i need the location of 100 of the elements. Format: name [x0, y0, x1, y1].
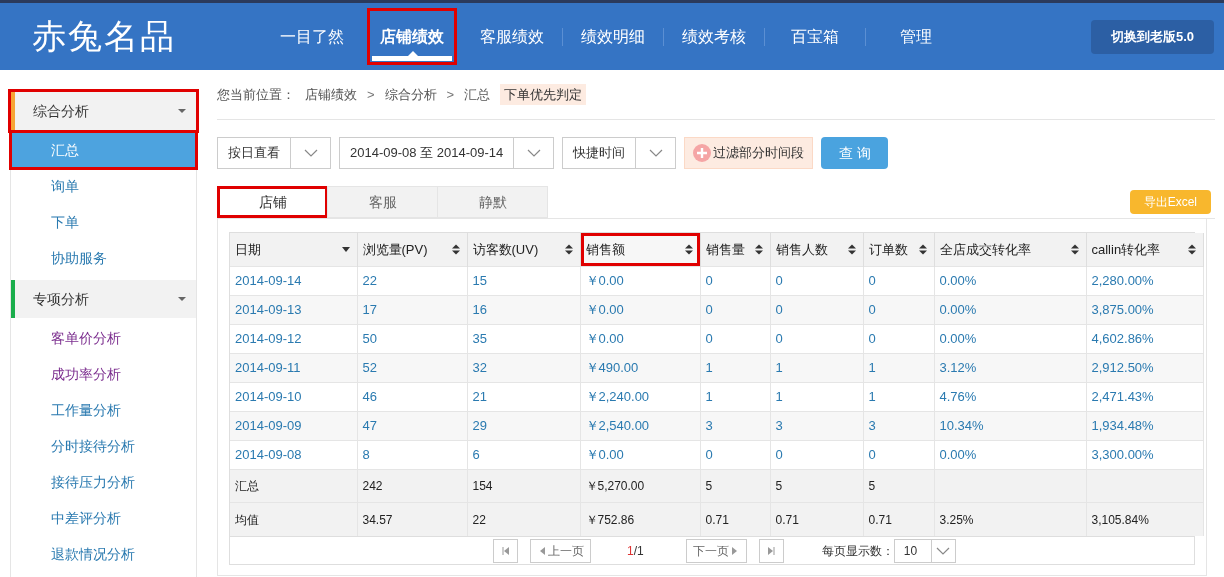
sort-icon[interactable]	[683, 244, 694, 255]
date-range-picker[interactable]: 2014-09-08 至 2014-09-14	[339, 137, 555, 169]
table-cell: 1	[868, 388, 876, 404]
table-cell: 2,912.50%	[1091, 359, 1154, 375]
nav-tab[interactable]: 客服绩效	[462, 3, 562, 70]
sidebar-item[interactable]: 接待压力分析	[11, 464, 196, 500]
sidebar-group[interactable]: 综合分析	[11, 92, 196, 130]
chevron-down-icon	[936, 546, 951, 555]
table-cell: ￥2,540.00	[585, 417, 650, 433]
filter-period-button[interactable]: 过滤部分时间段	[684, 137, 814, 169]
nav-tab[interactable]: 绩效考核	[664, 3, 764, 70]
sidebar-item[interactable]: 分时接待分析	[11, 428, 196, 464]
sort-icon[interactable]	[1069, 244, 1080, 255]
table-cell: 0.00%	[939, 272, 977, 288]
table-cell: 0.71	[775, 512, 799, 527]
last-page-button[interactable]	[758, 538, 784, 563]
table-cell: 2014-09-10	[235, 388, 302, 404]
breadcrumb-separator: >	[446, 85, 455, 104]
sort-icon[interactable]	[563, 244, 574, 255]
table-cell: 均值	[235, 512, 259, 527]
sort-icon[interactable]	[917, 244, 928, 255]
chevron-down-icon	[648, 149, 663, 157]
table-cell: 0	[705, 330, 713, 346]
table-cell: 3.25%	[939, 512, 974, 527]
table-cell: 1	[868, 359, 876, 375]
caret-icon	[178, 297, 186, 301]
sidebar-item[interactable]: 下单	[11, 204, 196, 240]
table-cell: 0	[868, 301, 876, 317]
table-cell: 0	[868, 272, 876, 288]
table-cell: 0.00%	[939, 301, 977, 317]
sidebar-item[interactable]: 成功率分析	[11, 356, 196, 392]
table-cell: ￥0.00	[585, 446, 624, 462]
sort-icon[interactable]	[846, 244, 857, 255]
triangle-right-icon	[731, 546, 737, 555]
sort-icon[interactable]	[450, 244, 461, 255]
table-cell: 0	[705, 272, 713, 288]
nav-tab[interactable]: 一目了然	[262, 3, 362, 70]
caret-icon	[178, 109, 186, 113]
next-page-button[interactable]: 下一页	[685, 538, 747, 563]
table-cell: 3,300.00%	[1091, 446, 1154, 462]
breadcrumb-label: 您当前位置：	[217, 85, 295, 104]
chevron-down-icon	[526, 149, 541, 157]
view-mode-select[interactable]: 按日直看	[217, 137, 331, 169]
table-cell: 3	[705, 417, 713, 433]
page-size-select[interactable]: 10	[893, 538, 956, 563]
table-cell: 0	[775, 446, 783, 462]
table-cell: 22	[472, 512, 486, 527]
plus-icon	[693, 144, 712, 162]
breadcrumb-link[interactable]: 汇总	[464, 84, 491, 105]
table-cell: 2014-09-13	[235, 301, 302, 317]
table-cell: 5	[775, 478, 783, 493]
table-cell: 1	[775, 359, 783, 375]
nav-tab[interactable]: 绩效明细	[563, 3, 663, 70]
last-page-icon	[767, 546, 776, 555]
table-cell: 2014-09-14	[235, 272, 302, 288]
column-header[interactable]: 销售额	[580, 233, 700, 266]
table-cell: 1	[705, 359, 713, 375]
prev-page-button[interactable]: 上一页	[530, 538, 591, 563]
tab[interactable]: 店铺	[217, 186, 328, 218]
sidebar-item[interactable]: 客单价分析	[11, 320, 196, 356]
tab[interactable]: 客服	[327, 186, 438, 218]
nav-tab[interactable]: 店铺绩效	[362, 3, 462, 70]
table-cell: ￥0.00	[585, 301, 624, 317]
table-cell: 5	[705, 478, 713, 493]
first-page-button[interactable]	[493, 538, 518, 563]
sort-icon[interactable]	[753, 244, 764, 255]
table-cell: 21	[472, 388, 487, 404]
table-cell: 2,280.00%	[1091, 272, 1154, 288]
nav-tab[interactable]: 管理	[866, 3, 966, 70]
tab[interactable]: 静默	[437, 186, 548, 218]
sidebar-item[interactable]: 协助服务	[11, 240, 196, 276]
breadcrumb-separator: >	[367, 85, 375, 104]
table-cell: 3,875.00%	[1091, 301, 1154, 317]
page-size-label: 每页显示数：	[821, 542, 894, 560]
table-cell: 16	[472, 301, 487, 317]
table-cell: 0.71	[705, 512, 729, 527]
sidebar-item[interactable]: 工作量分析	[11, 392, 196, 428]
table-cell: ￥752.86	[585, 512, 635, 527]
sidebar-item[interactable]: 中差评分析	[11, 500, 196, 536]
table-cell: 2014-09-11	[235, 359, 301, 375]
sidebar-group[interactable]: 专项分析	[11, 280, 196, 318]
table-cell: 46	[362, 388, 377, 404]
table-cell: 4.76%	[939, 388, 977, 404]
table-cell: ￥2,240.00	[585, 388, 650, 404]
breadcrumb-link[interactable]: 店铺绩效	[305, 84, 357, 105]
table-cell: 2014-09-09	[235, 417, 302, 433]
sidebar-item[interactable]: 退款情况分析	[11, 536, 196, 572]
table-cell: 0.71	[868, 512, 892, 527]
nav-tab[interactable]: 百宝箱	[765, 3, 865, 70]
sidebar-item[interactable]: 询单	[11, 168, 196, 204]
table-cell: 15	[472, 272, 487, 288]
table-cell: 1	[705, 388, 713, 404]
switch-version-button[interactable]: 切换到老版5.0	[1090, 19, 1214, 54]
mode-badge: 下单优先判定	[500, 83, 587, 106]
sort-icon[interactable]	[1186, 244, 1197, 255]
breadcrumb-link[interactable]: 综合分析	[384, 84, 437, 105]
quick-time-select[interactable]: 快捷时间	[562, 137, 677, 169]
table-cell: 50	[362, 330, 377, 346]
table-cell: ￥490.00	[585, 359, 639, 375]
table-cell: 2,471.43%	[1091, 388, 1154, 404]
